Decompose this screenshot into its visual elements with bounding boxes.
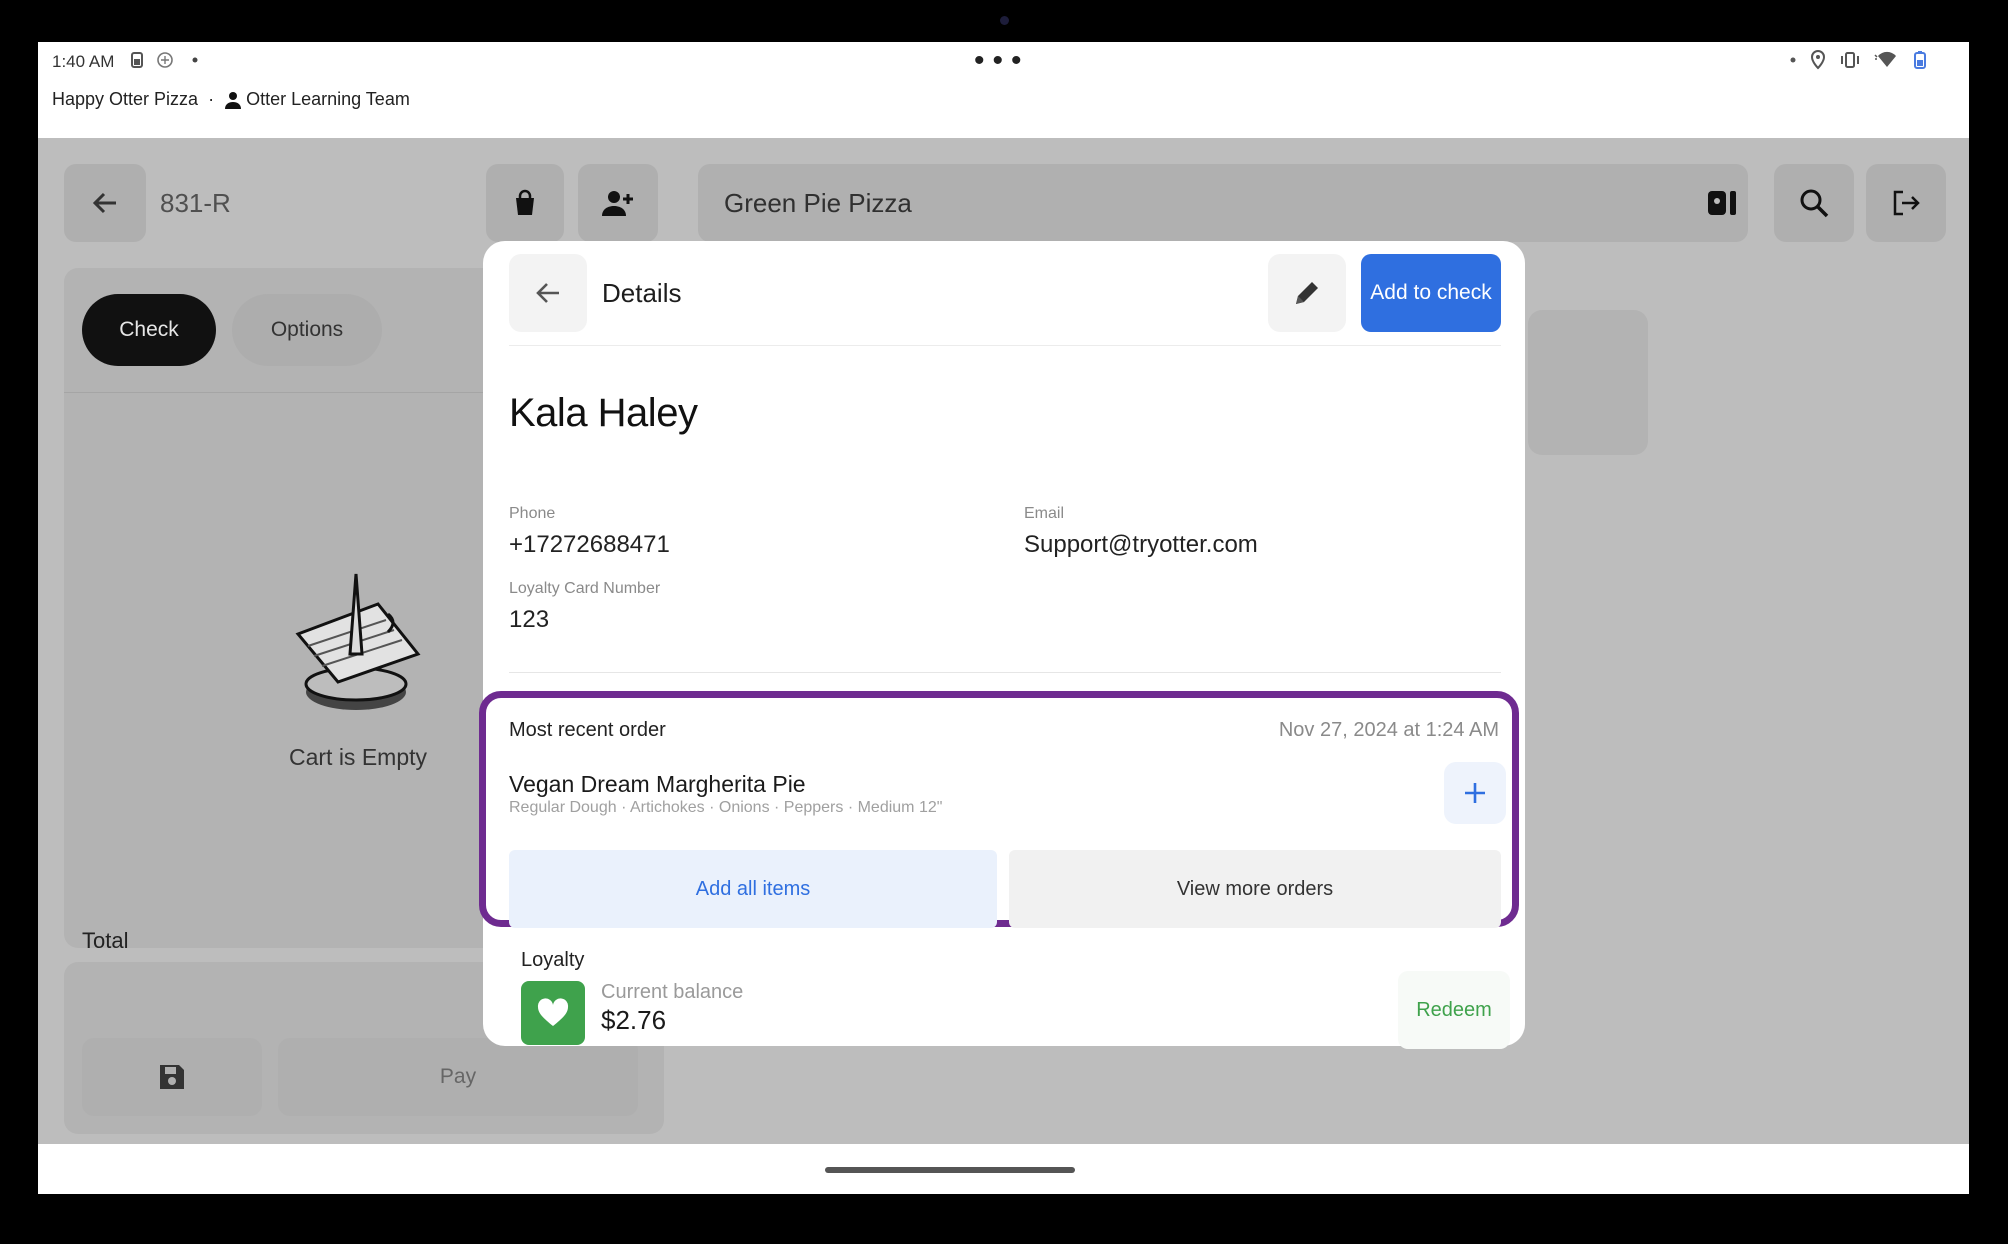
email-label: Email <box>1024 505 1065 522</box>
loyalty-card-value: 123 <box>509 606 550 633</box>
redeem-button[interactable]: Redeem <box>1398 971 1510 1049</box>
tab-options[interactable]: Options <box>232 294 382 366</box>
search-button[interactable] <box>1774 164 1854 242</box>
balance-label: Current balance <box>601 981 744 1003</box>
divider <box>509 672 1501 673</box>
recent-order-date: Nov 27, 2024 at 1:24 AM <box>1278 719 1499 741</box>
tablet-screen: 1:40 AM ••• Happy Otter Pizza · Otter Le… <box>38 42 1969 1194</box>
battery-icon <box>1914 51 1926 69</box>
heart-icon <box>521 981 585 1045</box>
pencil-icon <box>1296 282 1318 304</box>
pay-button[interactable]: Pay <box>278 1038 638 1116</box>
edit-customer-button[interactable] <box>1268 254 1346 332</box>
add-person-icon <box>602 191 633 216</box>
vibrate-icon <box>1841 52 1859 68</box>
arrow-left-icon <box>92 192 116 214</box>
floppy-disk-icon <box>160 1065 184 1089</box>
status-time: 1:40 AM <box>52 52 115 71</box>
wifi-icon <box>1874 51 1896 67</box>
logout-icon <box>1893 190 1920 216</box>
account-subheader: Happy Otter Pizza · Otter Learning Team <box>52 89 410 110</box>
phone-label: Phone <box>509 505 556 522</box>
team-label: Otter Learning Team <box>246 89 410 109</box>
tablet-icon <box>1708 191 1736 215</box>
back-button[interactable] <box>64 164 146 242</box>
loyalty-card-label: Loyalty Card Number <box>509 580 661 597</box>
order-item-modifiers: Regular Dough · Artichokes · Onions · Pe… <box>509 799 943 816</box>
status-bar: 1:40 AM ••• <box>38 42 1969 82</box>
phone-value: +17272688471 <box>509 531 670 558</box>
arrow-left-icon <box>536 283 559 303</box>
app-notification-icon <box>157 52 173 68</box>
divider <box>509 345 1501 346</box>
kiosk-button[interactable] <box>1696 164 1748 242</box>
loyalty-label: Loyalty <box>521 949 585 971</box>
location-icon <box>1810 50 1826 70</box>
shopping-bag-icon <box>516 189 534 215</box>
separator: · <box>208 89 215 109</box>
notification-dot-icon <box>192 57 198 63</box>
cart-empty-text: Cart is Empty <box>288 744 428 770</box>
search-icon <box>1800 189 1829 218</box>
takeout-button[interactable] <box>486 164 564 242</box>
pay-label: Pay <box>439 1065 477 1088</box>
store-label: Happy Otter Pizza <box>52 89 199 109</box>
order-item-name: Vegan Dream Margherita Pie <box>509 771 806 797</box>
multitask-dots-icon[interactable]: ••• <box>974 46 1030 76</box>
email-value: Support@tryotter.com <box>1024 531 1258 558</box>
empty-cart-illustration-icon <box>295 573 421 710</box>
status-icons <box>1789 50 1929 70</box>
total-label: Total <box>82 928 129 953</box>
customer-details-modal: Details Add to check Kala Haley Phone +1… <box>479 241 1525 1049</box>
customer-name: Kala Haley <box>509 391 698 435</box>
add-all-items-button[interactable]: Add all items <box>509 850 997 928</box>
balance-value: $2.76 <box>601 1005 667 1035</box>
camera-dot <box>1000 16 1009 25</box>
store-name: Green Pie Pizza <box>724 188 912 218</box>
tab-check[interactable]: Check <box>82 294 216 366</box>
add-to-check-button[interactable]: Add to check <box>1361 254 1501 332</box>
battery-saver-icon <box>131 52 143 68</box>
menu-item-card[interactable] <box>1528 310 1648 455</box>
recent-order-label: Most recent order <box>509 719 666 741</box>
person-icon <box>225 91 242 109</box>
save-button[interactable] <box>82 1038 262 1116</box>
logout-button[interactable] <box>1866 164 1946 242</box>
modal-back-button[interactable] <box>509 254 587 332</box>
add-customer-button[interactable] <box>578 164 658 242</box>
dot-icon <box>1790 57 1796 63</box>
view-more-orders-button[interactable]: View more orders <box>1009 850 1501 928</box>
order-id: 831-R <box>160 188 231 218</box>
add-item-button[interactable] <box>1444 762 1506 824</box>
modal-title: Details <box>602 278 682 308</box>
home-indicator[interactable] <box>825 1167 1075 1173</box>
plus-icon <box>1465 783 1485 803</box>
